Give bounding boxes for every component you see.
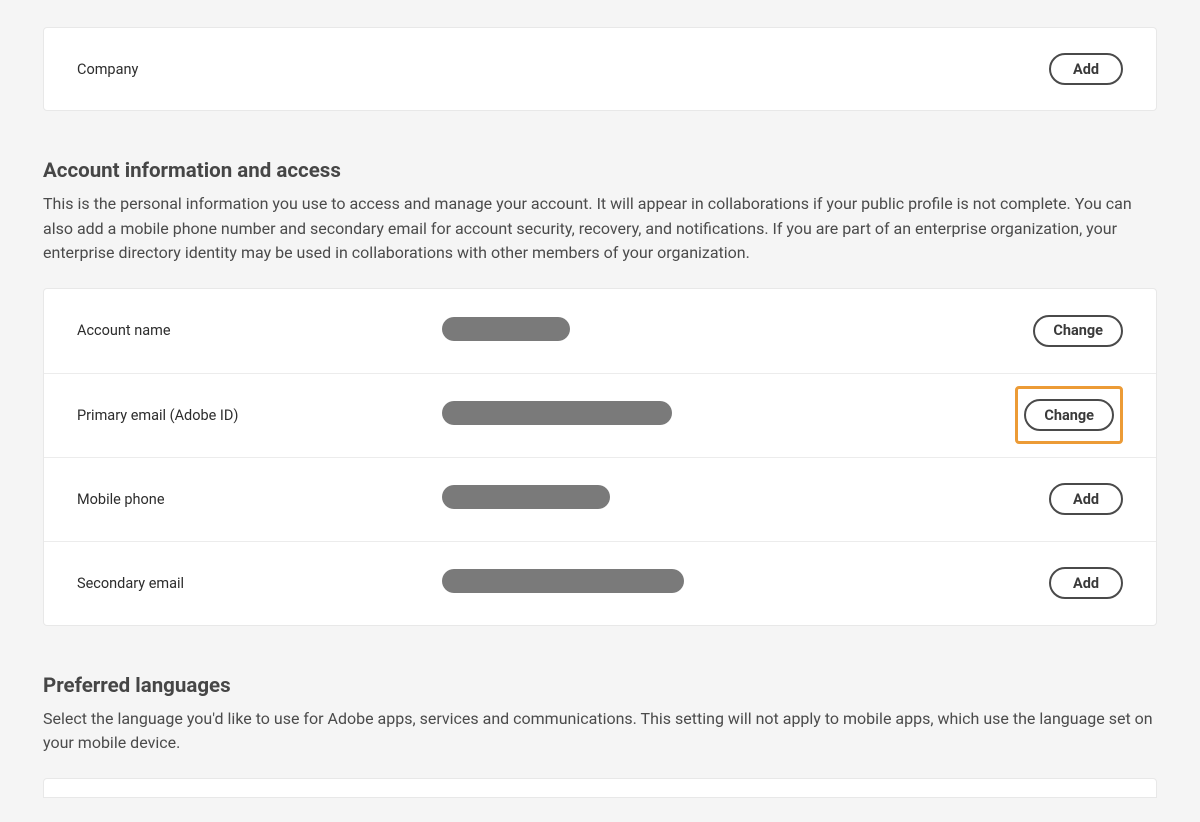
company-label: Company — [77, 61, 442, 78]
account-name-row: Account name Change — [44, 289, 1156, 373]
primary-email-change-button[interactable]: Change — [1024, 399, 1114, 431]
highlight-indicator: Change — [1015, 386, 1123, 444]
mobile-phone-add-button[interactable]: Add — [1049, 483, 1123, 515]
account-section-description: This is the personal information you use… — [43, 192, 1157, 266]
company-row: Company Add — [44, 28, 1156, 110]
secondary-email-row: Secondary email Add — [44, 541, 1156, 625]
mobile-phone-row: Mobile phone Add — [44, 457, 1156, 541]
languages-section-title: Preferred languages — [43, 674, 1157, 698]
secondary-email-add-button[interactable]: Add — [1049, 567, 1123, 599]
account-name-value — [442, 317, 1033, 345]
redacted-pill — [442, 401, 672, 425]
account-card: Account name Change Primary email (Adobe… — [43, 288, 1157, 626]
secondary-email-value — [442, 569, 1049, 597]
account-name-label: Account name — [77, 322, 442, 339]
mobile-phone-label: Mobile phone — [77, 491, 442, 508]
languages-section-description: Select the language you'd like to use fo… — [43, 707, 1157, 756]
account-section-title: Account information and access — [43, 159, 1157, 183]
account-name-change-button[interactable]: Change — [1033, 315, 1123, 347]
primary-email-value — [442, 401, 1015, 429]
mobile-phone-value — [442, 485, 1049, 513]
redacted-pill — [442, 317, 570, 341]
redacted-pill — [442, 569, 684, 593]
company-card: Company Add — [43, 27, 1157, 111]
company-add-button[interactable]: Add — [1049, 53, 1123, 85]
redacted-pill — [442, 485, 610, 509]
secondary-email-label: Secondary email — [77, 575, 442, 592]
primary-email-label: Primary email (Adobe ID) — [77, 407, 442, 424]
primary-email-row: Primary email (Adobe ID) Change — [44, 373, 1156, 457]
